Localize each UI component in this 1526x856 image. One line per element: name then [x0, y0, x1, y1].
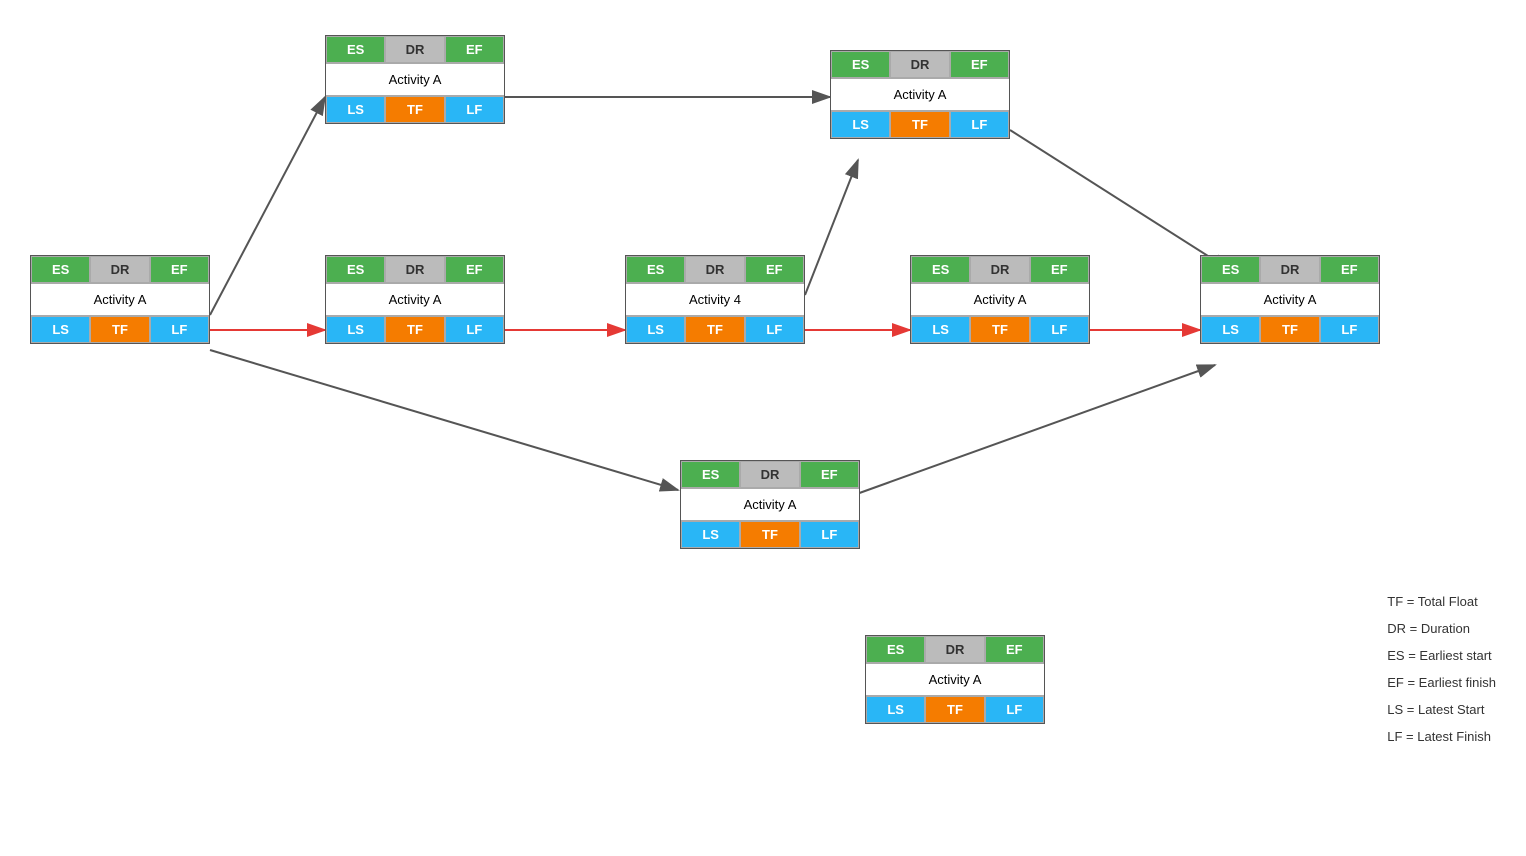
box2-ls: LS [326, 96, 385, 123]
box4-es: ES [626, 256, 685, 283]
box8-lf: LF [800, 521, 859, 548]
box6: ES DR EF Activity A LS TF LF [910, 255, 1090, 344]
box4-dr: DR [685, 256, 744, 283]
box7-lf: LF [1320, 316, 1379, 343]
box3-es: ES [326, 256, 385, 283]
box5-ef: EF [950, 51, 1009, 78]
box2-tf: TF [385, 96, 444, 123]
box2-dr: DR [385, 36, 444, 63]
legend-ef: EF = Earliest finish [1387, 675, 1496, 690]
box9-label: Activity A [866, 663, 1044, 696]
box6-label: Activity A [911, 283, 1089, 316]
box1-ls: LS [31, 316, 90, 343]
box1-lf: LF [150, 316, 209, 343]
box8-ef: EF [800, 461, 859, 488]
box8-dr: DR [740, 461, 799, 488]
box1-label: Activity A [31, 283, 209, 316]
box5-es: ES [831, 51, 890, 78]
box7: ES DR EF Activity A LS TF LF [1200, 255, 1380, 344]
box6-ef: EF [1030, 256, 1089, 283]
box5-tf: TF [890, 111, 949, 138]
box6-es: ES [911, 256, 970, 283]
box3-lf: LF [445, 316, 504, 343]
box8-ls: LS [681, 521, 740, 548]
box2-lf: LF [445, 96, 504, 123]
box8-label: Activity A [681, 488, 859, 521]
box1: ES DR EF Activity A LS TF LF [30, 255, 210, 344]
box5-ls: LS [831, 111, 890, 138]
box4-ef: EF [745, 256, 804, 283]
box7-es: ES [1201, 256, 1260, 283]
box1-tf: TF [90, 316, 149, 343]
box7-label: Activity A [1201, 283, 1379, 316]
box3-dr: DR [385, 256, 444, 283]
box5-dr: DR [890, 51, 949, 78]
box6-ls: LS [911, 316, 970, 343]
box9-lf: LF [985, 696, 1044, 723]
box9-ef: EF [985, 636, 1044, 663]
box6-lf: LF [1030, 316, 1089, 343]
legend-es: ES = Earliest start [1387, 648, 1496, 663]
box1-es: ES [31, 256, 90, 283]
box9: ES DR EF Activity A LS TF LF [865, 635, 1045, 724]
box7-ls: LS [1201, 316, 1260, 343]
box2: ES DR EF Activity A LS TF LF [325, 35, 505, 124]
box4: ES DR EF Activity 4 LS TF LF [625, 255, 805, 344]
box8: ES DR EF Activity A LS TF LF [680, 460, 860, 549]
box8-tf: TF [740, 521, 799, 548]
box4-lf: LF [745, 316, 804, 343]
box3-label: Activity A [326, 283, 504, 316]
box1-dr: DR [90, 256, 149, 283]
box9-es: ES [866, 636, 925, 663]
box5-lf: LF [950, 111, 1009, 138]
box6-tf: TF [970, 316, 1029, 343]
box8-es: ES [681, 461, 740, 488]
box2-es: ES [326, 36, 385, 63]
legend-tf: TF = Total Float [1387, 594, 1496, 609]
box9-dr: DR [925, 636, 984, 663]
box1-ef: EF [150, 256, 209, 283]
box2-label: Activity A [326, 63, 504, 96]
box4-ls: LS [626, 316, 685, 343]
box7-dr: DR [1260, 256, 1319, 283]
legend-ls: LS = Latest Start [1387, 702, 1496, 717]
box3: ES DR EF Activity A LS TF LF [325, 255, 505, 344]
box3-ls: LS [326, 316, 385, 343]
box9-ls: LS [866, 696, 925, 723]
box4-tf: TF [685, 316, 744, 343]
box5: ES DR EF Activity A LS TF LF [830, 50, 1010, 139]
legend-lf: LF = Latest Finish [1387, 729, 1496, 744]
box3-tf: TF [385, 316, 444, 343]
box4-label: Activity 4 [626, 283, 804, 316]
box6-dr: DR [970, 256, 1029, 283]
legend-dr: DR = Duration [1387, 621, 1496, 636]
box2-ef: EF [445, 36, 504, 63]
box7-tf: TF [1260, 316, 1319, 343]
legend: TF = Total Float DR = Duration ES = Earl… [1387, 594, 1496, 756]
box7-ef: EF [1320, 256, 1379, 283]
box9-tf: TF [925, 696, 984, 723]
box5-label: Activity A [831, 78, 1009, 111]
box3-ef: EF [445, 256, 504, 283]
